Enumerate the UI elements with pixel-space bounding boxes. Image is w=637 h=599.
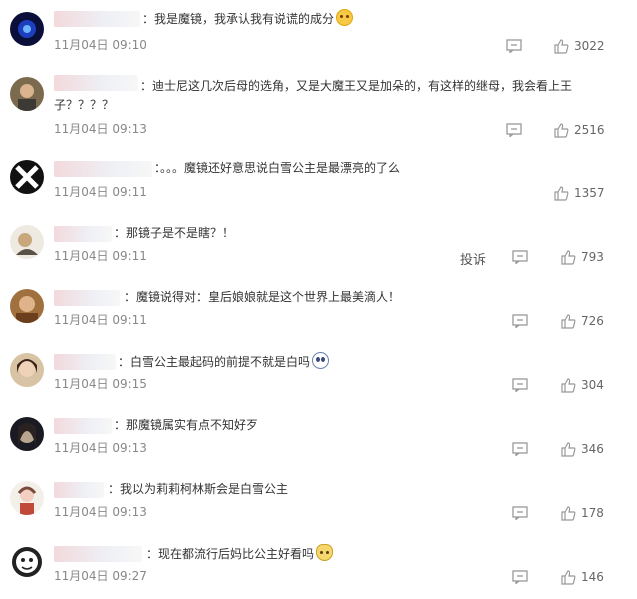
comment-text: ：魔镜说得对：皇后娘娘就是这个世界上最美滴人！ — [124, 290, 401, 304]
comment-item: ：那魔镜属实有点不知好歹 11月04日 09:13 346 — [0, 407, 637, 471]
comment-icon[interactable] — [512, 570, 528, 584]
comment-time: 11月04日 09:27 — [54, 569, 147, 583]
thumbs-up-icon — [561, 441, 576, 457]
thumbs-up-icon — [561, 313, 576, 329]
thumbs-up-icon — [554, 122, 569, 138]
username-redacted[interactable] — [54, 226, 112, 242]
cat-emoji — [316, 544, 334, 561]
like-button[interactable]: 3022 — [554, 38, 605, 54]
comment-icon[interactable] — [512, 506, 528, 520]
like-count: 3022 — [574, 39, 605, 53]
comment-icon[interactable] — [512, 442, 528, 456]
avatar[interactable] — [10, 289, 44, 323]
like-count: 178 — [581, 506, 604, 520]
username-redacted[interactable] — [54, 290, 120, 306]
smile-emoji — [336, 9, 354, 26]
comment-text: ：我是魔镜，我承认我有说谎的成分 — [142, 9, 354, 29]
comment-text: ：迪士尼这几次后母的选角，又是大魔王又是加朵的，有这样的继母，我会看上王子？？？… — [54, 79, 573, 112]
comment-text: ：我以为莉莉柯林斯会是白雪公主 — [108, 482, 289, 496]
avatar[interactable] — [10, 481, 44, 515]
comment-time: 11月04日 09:15 — [54, 377, 147, 391]
comment-time: 11月04日 09:13 — [54, 441, 147, 455]
like-count: 304 — [581, 378, 604, 392]
comment-icon[interactable] — [512, 250, 528, 264]
username-redacted[interactable] — [54, 418, 112, 434]
comment-text: ：现在都流行后妈比公主好看吗 — [146, 544, 334, 564]
scared-emoji — [312, 352, 330, 369]
like-count: 1357 — [574, 186, 605, 200]
avatar[interactable] — [10, 12, 44, 46]
comment-time: 11月04日 09:10 — [54, 38, 147, 52]
comment-item: ：我是魔镜，我承认我有说谎的成分 11月04日 09:10 3022 — [0, 0, 637, 64]
comment-text: ：白雪公主最起码的前提不就是白吗 — [118, 352, 330, 372]
avatar[interactable] — [10, 225, 44, 259]
avatar[interactable] — [10, 545, 44, 579]
comment-time: 11月04日 09:13 — [54, 505, 147, 519]
report-button[interactable]: 投诉 — [460, 249, 486, 268]
comment-time: 11月04日 09:11 — [54, 313, 147, 327]
thumbs-up-icon — [554, 38, 569, 54]
comment-text: ：那镜子是不是瞎？！ — [114, 226, 235, 240]
username-redacted[interactable] — [54, 546, 142, 562]
comment-item: ：白雪公主最起码的前提不就是白吗 11月04日 09:15 304 — [0, 343, 637, 407]
avatar[interactable] — [10, 160, 44, 194]
like-count: 793 — [581, 250, 604, 264]
avatar[interactable] — [10, 417, 44, 451]
like-count: 346 — [581, 442, 604, 456]
like-button[interactable]: 726 — [561, 313, 604, 329]
like-button[interactable]: 178 — [561, 505, 604, 521]
avatar[interactable] — [10, 353, 44, 387]
like-button[interactable]: 2516 — [554, 122, 605, 138]
thumbs-up-icon — [561, 377, 576, 393]
like-button[interactable]: 346 — [561, 441, 604, 457]
comment-item: ：现在都流行后妈比公主好看吗 11月04日 09:27 146 — [0, 535, 637, 599]
like-button[interactable]: 1357 — [554, 185, 605, 201]
comment-item: ：那镜子是不是瞎？！ 11月04日 09:11 投诉 793 — [0, 215, 637, 279]
thumbs-up-icon — [561, 249, 576, 265]
comment-icon[interactable] — [512, 378, 528, 392]
comment-text: ：。。。魔镜还好意思说白雪公主是最漂亮的了么 — [154, 161, 401, 175]
comment-item: ：迪士尼这几次后母的选角，又是大魔王又是加朵的，有这样的继母，我会看上王子？？？… — [0, 64, 637, 138]
like-count: 2516 — [574, 123, 605, 137]
comment-item: ：我以为莉莉柯林斯会是白雪公主 11月04日 09:13 178 — [0, 471, 637, 535]
comment-item: ：魔镜说得对：皇后娘娘就是这个世界上最美滴人！ 11月04日 09:11 726 — [0, 279, 637, 343]
comment-icon[interactable] — [512, 314, 528, 328]
username-redacted[interactable] — [54, 354, 116, 370]
like-button[interactable]: 146 — [561, 569, 604, 585]
comment-time: 11月04日 09:13 — [54, 122, 147, 136]
username-redacted[interactable] — [54, 161, 152, 177]
thumbs-up-icon — [561, 569, 576, 585]
like-count: 726 — [581, 314, 604, 328]
thumbs-up-icon — [554, 185, 569, 201]
comment-time: 11月04日 09:11 — [54, 249, 147, 263]
username-redacted[interactable] — [54, 482, 104, 498]
comment-icon[interactable] — [506, 123, 522, 137]
username-redacted[interactable] — [54, 11, 140, 27]
comment-time: 11月04日 09:11 — [54, 185, 147, 199]
comment-text: ：那魔镜属实有点不知好歹 — [114, 418, 259, 432]
comment-icon[interactable] — [506, 39, 522, 53]
like-button[interactable]: 304 — [561, 377, 604, 393]
avatar[interactable] — [10, 77, 44, 111]
comment-item: ：。。。魔镜还好意思说白雪公主是最漂亮的了么 11月04日 09:11 1357 — [0, 150, 637, 214]
like-count: 146 — [581, 570, 604, 584]
thumbs-up-icon — [561, 505, 576, 521]
like-button[interactable]: 793 — [561, 249, 604, 265]
